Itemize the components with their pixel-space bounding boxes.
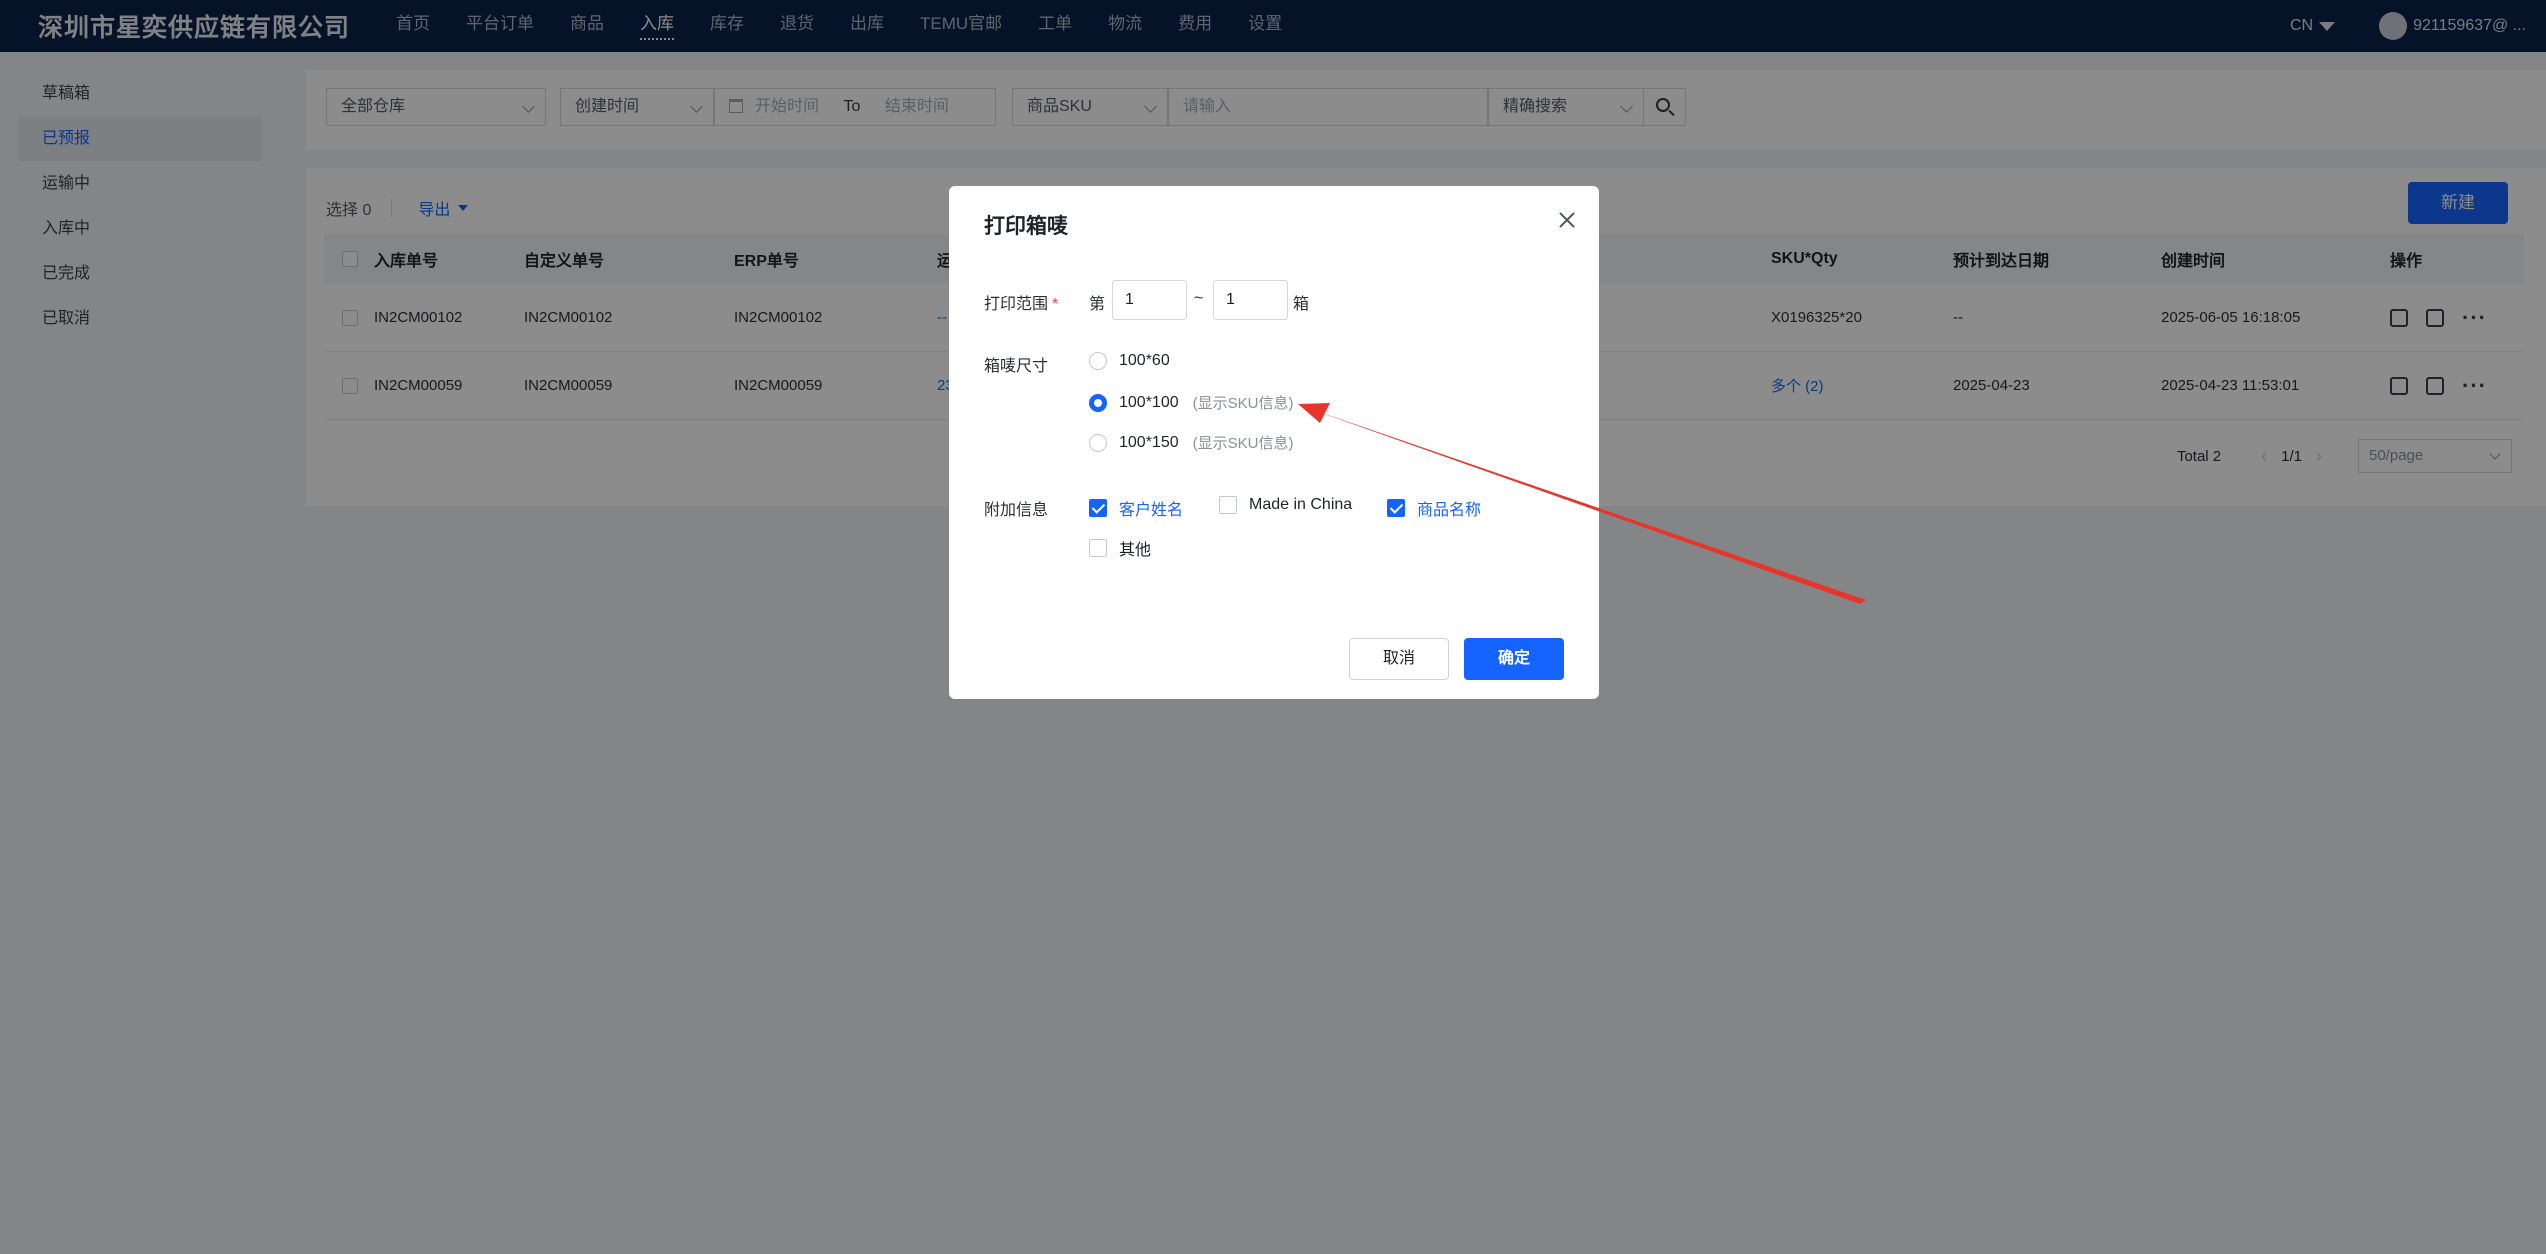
checkbox-unchecked-icon xyxy=(1219,496,1237,514)
size-option-hint: (显示SKU信息) xyxy=(1192,435,1294,452)
extra-customer-name[interactable]: 客户姓名 xyxy=(1089,496,1183,520)
range-prefix: 第 xyxy=(1089,296,1106,313)
required-mark: * xyxy=(1052,296,1059,313)
extra-option-label: Made in China xyxy=(1249,496,1353,513)
extra-option-label: 其他 xyxy=(1119,542,1152,559)
radio-unchecked-icon xyxy=(1089,352,1107,370)
checkbox-unchecked-icon xyxy=(1089,539,1107,557)
size-option-100x150[interactable]: 100*150 (显示SKU信息) xyxy=(1089,432,1293,453)
size-option-hint: (显示SKU信息) xyxy=(1192,395,1294,412)
radio-checked-icon xyxy=(1089,393,1107,412)
size-option-label: 100*100 xyxy=(1119,393,1179,411)
size-option-100x60[interactable]: 100*60 xyxy=(1089,352,1170,370)
extra-option-label: 客户姓名 xyxy=(1119,502,1184,519)
range-separator: ~ xyxy=(1194,290,1204,307)
checkbox-checked-icon xyxy=(1387,499,1405,517)
confirm-button[interactable]: 确定 xyxy=(1464,638,1564,680)
range-suffix: 箱 xyxy=(1293,296,1310,313)
label-size-label: 箱唛尺寸 xyxy=(984,358,1049,375)
cancel-button[interactable]: 取消 xyxy=(1349,638,1449,680)
extra-other[interactable]: 其他 xyxy=(1089,536,1151,560)
extra-product-name[interactable]: 商品名称 xyxy=(1387,496,1481,520)
dialog-title: 打印箱唛 xyxy=(984,215,1068,238)
range-from-input[interactable]: 1 xyxy=(1112,280,1187,320)
extra-info-label: 附加信息 xyxy=(984,502,1049,519)
size-option-100x100[interactable]: 100*100 (显示SKU信息) xyxy=(1089,392,1293,413)
extra-option-label: 商品名称 xyxy=(1417,502,1482,519)
print-box-label-dialog: 打印箱唛 打印范围 * 第 1 ~ 1 箱 箱唛尺寸 100*60 100*100… xyxy=(949,186,1599,699)
size-option-label: 100*60 xyxy=(1119,352,1170,369)
extra-made-in-china[interactable]: Made in China xyxy=(1219,496,1352,514)
size-option-label: 100*150 xyxy=(1119,433,1179,451)
radio-unchecked-icon xyxy=(1089,433,1107,452)
print-range-label-text: 打印范围 xyxy=(984,296,1049,313)
range-to-input[interactable]: 1 xyxy=(1213,280,1288,320)
close-icon[interactable] xyxy=(1555,208,1579,232)
checkbox-checked-icon xyxy=(1089,499,1107,517)
print-range-label: 打印范围 * xyxy=(984,290,1058,314)
